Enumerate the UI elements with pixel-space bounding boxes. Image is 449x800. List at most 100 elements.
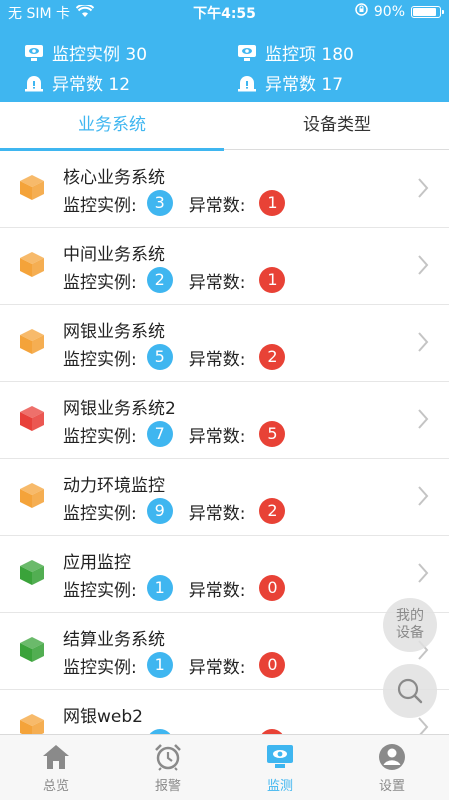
abnormal-label: 异常数: bbox=[188, 426, 246, 447]
system-name: 网银业务系统 bbox=[63, 322, 165, 342]
system-stats: 监控实例: 2 异常数: 1 bbox=[63, 267, 286, 293]
user-icon bbox=[379, 744, 405, 770]
abnormal-label: 异常数: bbox=[188, 503, 246, 524]
summary-header: 监控实例 30 监控项 180 异常数 12 异常数 17 bbox=[0, 24, 449, 102]
cube-icon bbox=[18, 173, 46, 205]
system-stats: 监控实例: 3 异常数: 1 bbox=[63, 190, 286, 216]
stat-monitored-items: 监控项 180 bbox=[237, 40, 354, 65]
abnormal-label: 异常数: bbox=[188, 195, 246, 216]
my-device-label-line1: 我的 bbox=[396, 608, 424, 624]
tabbar-item-alarm[interactable]: 报警 bbox=[112, 735, 224, 800]
instances-label: 监控实例: bbox=[63, 426, 137, 447]
battery-fill bbox=[413, 7, 436, 16]
chevron-right-icon bbox=[417, 254, 429, 280]
stat-monitored-items-text: 监控项 180 bbox=[265, 45, 354, 65]
status-bar: 无 SIM 卡 下午4:55 90% bbox=[0, 0, 449, 24]
cube-icon bbox=[18, 635, 46, 667]
instances-badge: 5 bbox=[146, 344, 173, 370]
abnormal-badge: 1 bbox=[259, 267, 286, 293]
system-stats: 监控实例: 1 异常数: 0 bbox=[63, 575, 286, 601]
chevron-right-icon bbox=[417, 562, 429, 588]
stat-monitored-instances-text: 监控实例 30 bbox=[52, 45, 148, 65]
monitor-eye-icon bbox=[25, 44, 43, 61]
system-name: 应用监控 bbox=[63, 553, 131, 573]
instances-badge: 7 bbox=[146, 421, 173, 447]
bottom-tab-bar: 总览 报警 监测 设置 bbox=[0, 734, 449, 800]
system-stats: 监控实例: 7 异常数: 5 bbox=[63, 421, 286, 447]
instances-badge: 3 bbox=[146, 190, 173, 216]
list-item[interactable]: 中间业务系统 监控实例: 2 异常数: 1 bbox=[0, 228, 449, 305]
cube-icon bbox=[18, 481, 46, 513]
list-item[interactable]: 网银业务系统2 监控实例: 7 异常数: 5 bbox=[0, 382, 449, 459]
instances-label: 监控实例: bbox=[63, 503, 137, 524]
abnormal-badge: 5 bbox=[259, 421, 286, 447]
abnormal-label: 异常数: bbox=[188, 580, 246, 601]
list-item[interactable]: 结算业务系统 监控实例: 1 异常数: 0 bbox=[0, 613, 449, 690]
tabbar-item-monitor[interactable]: 监测 bbox=[224, 735, 336, 800]
warning-bell-icon bbox=[238, 75, 256, 91]
list-item[interactable]: 应用监控监控实例: 1 异常数: 0 bbox=[0, 536, 449, 613]
tabbar-item-overview[interactable]: 总览 bbox=[0, 735, 112, 800]
rotation-lock-icon bbox=[355, 3, 368, 20]
abnormal-badge: 2 bbox=[259, 344, 286, 370]
list-item[interactable]: 网银业务系统 监控实例: 5 异常数: 2 bbox=[0, 305, 449, 382]
stat-monitored-instances: 监控实例 30 bbox=[24, 40, 147, 65]
list-item[interactable]: 核心业务系统 监控实例: 3 异常数: 1 bbox=[0, 151, 449, 228]
chevron-right-icon bbox=[417, 177, 429, 203]
system-name: 网银业务系统2 bbox=[63, 399, 176, 419]
search-button[interactable] bbox=[383, 664, 437, 718]
alarm-clock-icon bbox=[155, 744, 181, 771]
cube-icon bbox=[18, 250, 46, 282]
abnormal-badge: 2 bbox=[259, 498, 286, 524]
abnormal-label: 异常数: bbox=[188, 349, 246, 370]
system-name: 中间业务系统 bbox=[63, 245, 165, 265]
abnormal-badge: 0 bbox=[259, 575, 286, 601]
stat-abnormal-count: 异常数 12 bbox=[24, 70, 130, 95]
my-device-label-line2: 设备 bbox=[396, 625, 424, 641]
chevron-right-icon bbox=[417, 331, 429, 357]
system-name: 网银web2 bbox=[63, 707, 143, 727]
battery-icon bbox=[411, 5, 444, 18]
warning-bell-icon bbox=[25, 75, 43, 91]
system-stats: 监控实例: 1 异常数: 0 bbox=[63, 652, 286, 678]
tabbar-item-settings[interactable]: 设置 bbox=[336, 735, 448, 800]
system-stats: 监控实例: 9 异常数: 2 bbox=[63, 498, 286, 524]
battery-percent: 90% bbox=[373, 3, 405, 20]
tab-device-types[interactable]: 设备类型 bbox=[225, 102, 449, 150]
tabbar-label-settings: 设置 bbox=[378, 779, 405, 794]
search-icon bbox=[397, 678, 423, 704]
abnormal-label: 异常数: bbox=[188, 657, 246, 678]
tabbar-label-alarm: 报警 bbox=[154, 779, 181, 794]
stat-abnormal-count-2-text: 异常数 17 bbox=[265, 75, 344, 95]
cube-icon bbox=[18, 712, 46, 734]
tab-business-systems[interactable]: 业务系统 bbox=[0, 102, 224, 151]
segment-tabs: 业务系统 设备类型 bbox=[0, 102, 449, 151]
stat-abnormal-count-2: 异常数 17 bbox=[237, 70, 343, 95]
tabbar-label-overview: 总览 bbox=[42, 779, 69, 794]
abnormal-badge: 1 bbox=[259, 190, 286, 216]
stat-abnormal-count-text: 异常数 12 bbox=[52, 75, 131, 95]
list-item[interactable]: 网银web2监控实例:异常数: bbox=[0, 690, 449, 734]
system-name: 动力环境监控 bbox=[63, 476, 165, 496]
my-device-button[interactable]: 我的 设备 bbox=[383, 598, 437, 652]
tabbar-label-monitor: 监测 bbox=[266, 779, 293, 794]
chevron-right-icon bbox=[417, 485, 429, 511]
system-stats: 监控实例: 5 异常数: 2 bbox=[63, 344, 286, 370]
instances-badge: 1 bbox=[146, 575, 173, 601]
chevron-right-icon bbox=[417, 716, 429, 734]
system-name: 结算业务系统 bbox=[63, 630, 165, 650]
instances-label: 监控实例: bbox=[63, 272, 137, 293]
instances-label: 监控实例: bbox=[63, 657, 137, 678]
chevron-right-icon bbox=[417, 408, 429, 434]
abnormal-label: 异常数: bbox=[188, 272, 246, 293]
instances-badge: 1 bbox=[146, 652, 173, 678]
monitor-icon bbox=[267, 745, 293, 768]
cube-icon bbox=[18, 404, 46, 436]
system-list: 核心业务系统 监控实例: 3 异常数: 1 中间业务系统 监控实例: 2 异常数: 1 网银业务系统… bbox=[0, 151, 449, 734]
list-item[interactable]: 动力环境监控 监控实例: 9 异常数: 2 bbox=[0, 459, 449, 536]
home-icon bbox=[43, 745, 69, 769]
abnormal-badge: 0 bbox=[259, 652, 286, 678]
instances-badge: 9 bbox=[146, 498, 173, 524]
cube-icon bbox=[18, 327, 46, 359]
instances-label: 监控实例: bbox=[63, 580, 137, 601]
